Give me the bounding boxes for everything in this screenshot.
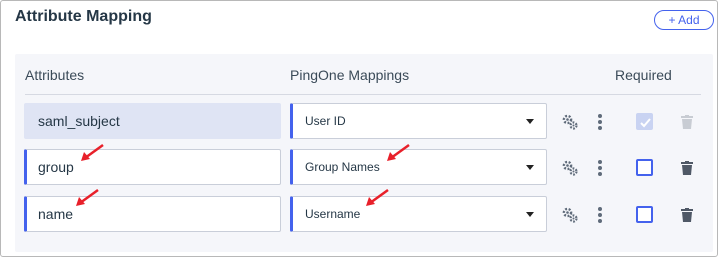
red-arrow-icon: [366, 188, 389, 206]
required-checkbox: [636, 113, 653, 130]
attribute-mapping-card: Attribute Mapping + Add Attributes PingO…: [0, 0, 718, 257]
caret-down-icon: [526, 165, 534, 170]
red-arrow-icon: [76, 188, 99, 206]
mapping-select[interactable]: Group Names: [290, 149, 547, 185]
column-header-attributes: Attributes: [25, 67, 85, 83]
required-checkbox[interactable]: [636, 159, 653, 176]
column-header-required: Required: [615, 67, 672, 83]
checkmark-icon: [640, 118, 651, 128]
gear-icon[interactable]: [561, 206, 579, 224]
kebab-icon[interactable]: [598, 114, 602, 130]
trash-icon[interactable]: [681, 161, 693, 175]
add-button[interactable]: + Add: [654, 10, 714, 30]
red-arrow-icon: [387, 143, 410, 161]
caret-down-icon: [526, 212, 534, 217]
mapping-select-value: Group Names: [305, 160, 380, 174]
gear-icon[interactable]: [561, 113, 579, 131]
caret-down-icon: [526, 119, 534, 124]
mapping-table: Attributes PingOne Mappings Required sam…: [15, 54, 713, 252]
section-title: Attribute Mapping: [15, 8, 152, 25]
header-divider: [25, 94, 701, 95]
kebab-icon[interactable]: [598, 207, 602, 223]
mapping-select[interactable]: User ID: [290, 103, 547, 139]
required-checkbox[interactable]: [636, 206, 653, 223]
trash-icon: [681, 115, 693, 129]
mapping-select[interactable]: Username: [290, 196, 547, 232]
attribute-field-readonly: saml_subject: [24, 103, 281, 139]
attribute-input[interactable]: name: [24, 196, 281, 232]
kebab-icon[interactable]: [598, 160, 602, 176]
column-header-mappings: PingOne Mappings: [290, 67, 410, 83]
mapping-select-value: Username: [305, 207, 361, 221]
trash-icon[interactable]: [681, 208, 693, 222]
red-arrow-icon: [81, 143, 104, 161]
mapping-select-value: User ID: [305, 114, 346, 128]
attribute-input[interactable]: group: [24, 149, 281, 185]
gear-icon[interactable]: [561, 159, 579, 177]
